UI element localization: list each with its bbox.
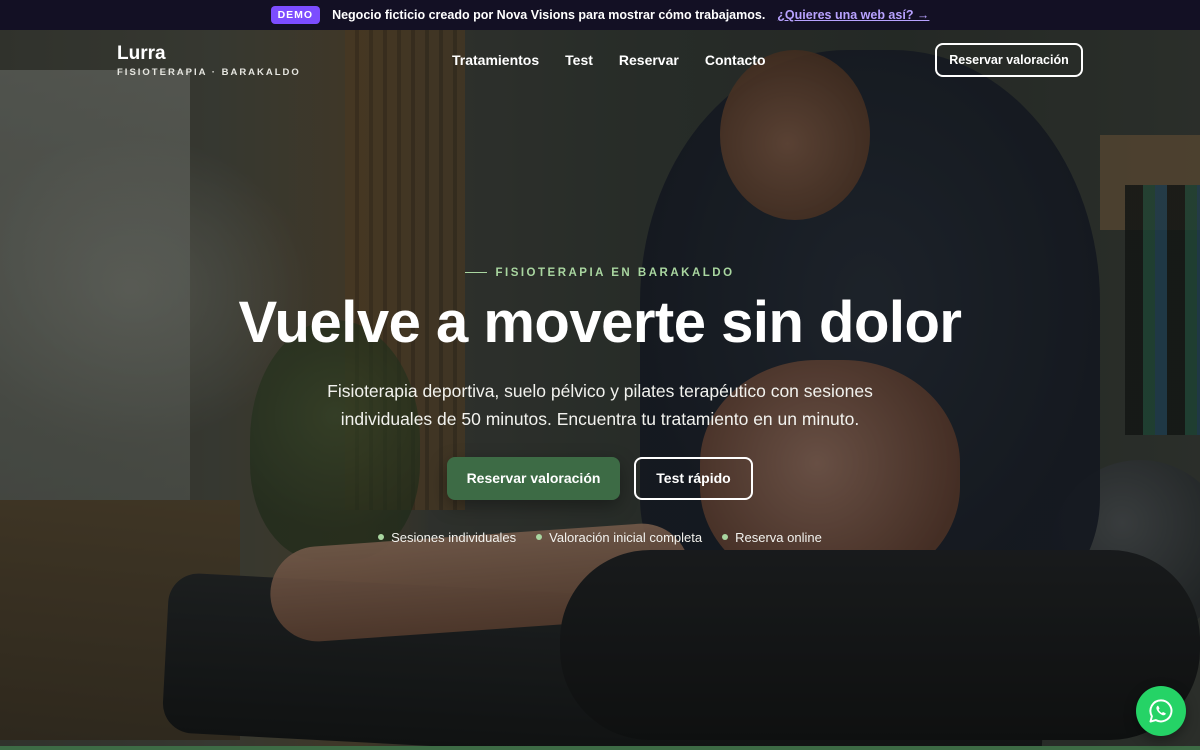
bullet-dot-icon <box>378 534 385 540</box>
brand-name: Lurra <box>117 43 166 64</box>
feature-label: Sesiones individuales <box>391 529 517 545</box>
feature-item: Valoración inicial completa <box>536 530 702 545</box>
hero-headline: Vuelve a moverte sin dolor <box>238 289 963 355</box>
demo-badge: DEMO <box>270 6 321 24</box>
brand-logo[interactable]: Lurra FISIOTERAPIA · BARAKALDO <box>117 43 301 79</box>
site-header: Lurra FISIOTERAPIA · BARAKALDO Tratamien… <box>0 30 1200 90</box>
section-divider <box>0 746 1200 750</box>
feature-item: Sesiones individuales <box>378 530 516 545</box>
nav-link-contacto[interactable]: Contacto <box>705 52 766 68</box>
feature-label: Reserva online <box>735 529 822 545</box>
hero-subtitle: Fisioterapia deportiva, suelo pélvico y … <box>327 380 873 429</box>
demo-cta-link[interactable]: ¿Quieres una web así? → <box>777 8 929 22</box>
brand-tagline: FISIOTERAPIA · BARAKALDO <box>117 67 301 78</box>
feature-item: Reserva online <box>722 530 822 545</box>
whatsapp-button[interactable] <box>1136 686 1186 736</box>
eyebrow-divider <box>465 272 488 273</box>
bullet-dot-icon <box>722 534 729 540</box>
quick-test-button[interactable]: Test rápido <box>634 456 753 500</box>
main-nav: Tratamientos Test Reservar Contacto <box>452 52 766 68</box>
whatsapp-icon <box>1149 699 1173 723</box>
nav-link-tratamientos[interactable]: Tratamientos <box>452 52 539 68</box>
header-booking-button[interactable]: Reservar valoración <box>935 43 1083 77</box>
demo-text: Negocio ficticio creado por Nova Visions… <box>332 8 766 22</box>
hero-features: Sesiones individuales Valoración inicial… <box>0 530 1200 545</box>
book-assessment-button[interactable]: Reservar valoración <box>447 456 620 500</box>
bullet-dot-icon <box>536 534 543 540</box>
hero-cta-group: Reservar valoración Test rápido <box>0 456 1200 500</box>
nav-link-test[interactable]: Test <box>565 52 593 68</box>
nav-link-reservar[interactable]: Reservar <box>619 52 679 68</box>
feature-label: Valoración inicial completa <box>549 529 703 545</box>
hero-eyebrow: FISIOTERAPIA EN BARAKALDO <box>465 267 734 279</box>
demo-banner: DEMO Negocio ficticio creado por Nova Vi… <box>0 0 1200 30</box>
hero-content: FISIOTERAPIA EN BARAKALDO Vuelve a mover… <box>0 260 1200 545</box>
eyebrow-text: FISIOTERAPIA EN BARAKALDO <box>495 266 735 279</box>
